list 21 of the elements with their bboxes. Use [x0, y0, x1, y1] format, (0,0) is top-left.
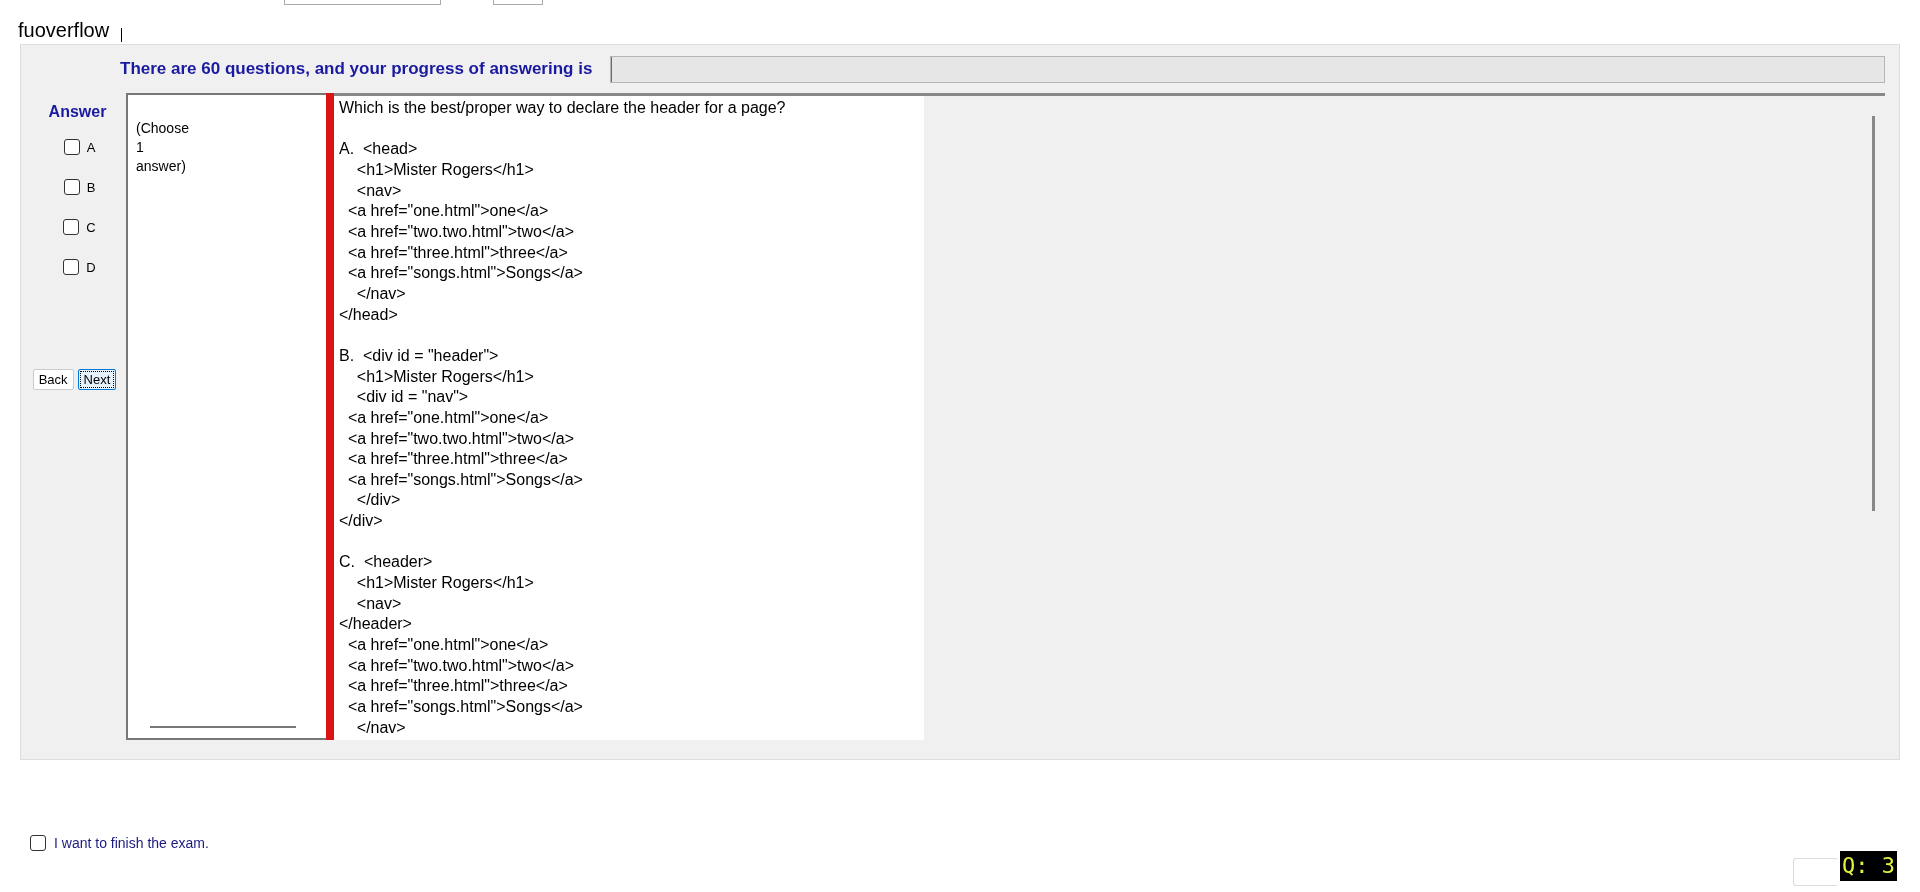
nav-button[interactable]: Back [32, 369, 74, 390]
finish-checkbox[interactable] [30, 835, 46, 851]
brand-label: fuoverflow [18, 19, 110, 42]
scrollbar[interactable] [150, 726, 296, 728]
question-number-badge: Q: 3 [1840, 851, 1897, 881]
progress-label: There are 60 questions, and your progress of answering is [120, 59, 593, 79]
option-label: D [86, 259, 96, 275]
answer-checkbox[interactable] [63, 179, 80, 195]
answer-checkbox[interactable] [63, 139, 80, 155]
instruction-text: (Choose 1 answer) [135, 119, 190, 176]
option-label: C [86, 219, 96, 235]
scrollbar[interactable] [1872, 116, 1875, 511]
answer-checkbox[interactable] [63, 259, 80, 275]
answer-heading: Answer [48, 103, 107, 121]
finish-label: I want to finish the exam. [54, 835, 209, 851]
text-cursor-icon [121, 28, 123, 42]
nav-button[interactable]: Next [77, 369, 117, 390]
answer-checkbox[interactable] [63, 219, 80, 235]
question-text: Which is the best/proper way to declare the header for a page? A. <head> <h1>Mister Rogers</h1> <nav> <a href="one.html">one</a> <a href="two.two.html">two</a> <a href="three.html">three</a> <a href="songs.html">Songs</a> </nav> </head> B. <div id = "header"> <h1>Mister Rogers</h1> <div id = "nav"> <a href="one.html">one</a> <a href="two.two.html">two</a> <a href="three.html">three</a> <a href="songs.html">Songs</a> </div> </div> C. <header> <h1>Mister Rogers</h1> <nav> </header> <a href="one.html">one</a> <a href="two.two.html">two</a> <a href="three.html">three</a> <a href="songs.html">Songs</a> </nav> [334, 96, 924, 740]
option-label: B [86, 179, 96, 195]
option-label: A [86, 139, 96, 155]
